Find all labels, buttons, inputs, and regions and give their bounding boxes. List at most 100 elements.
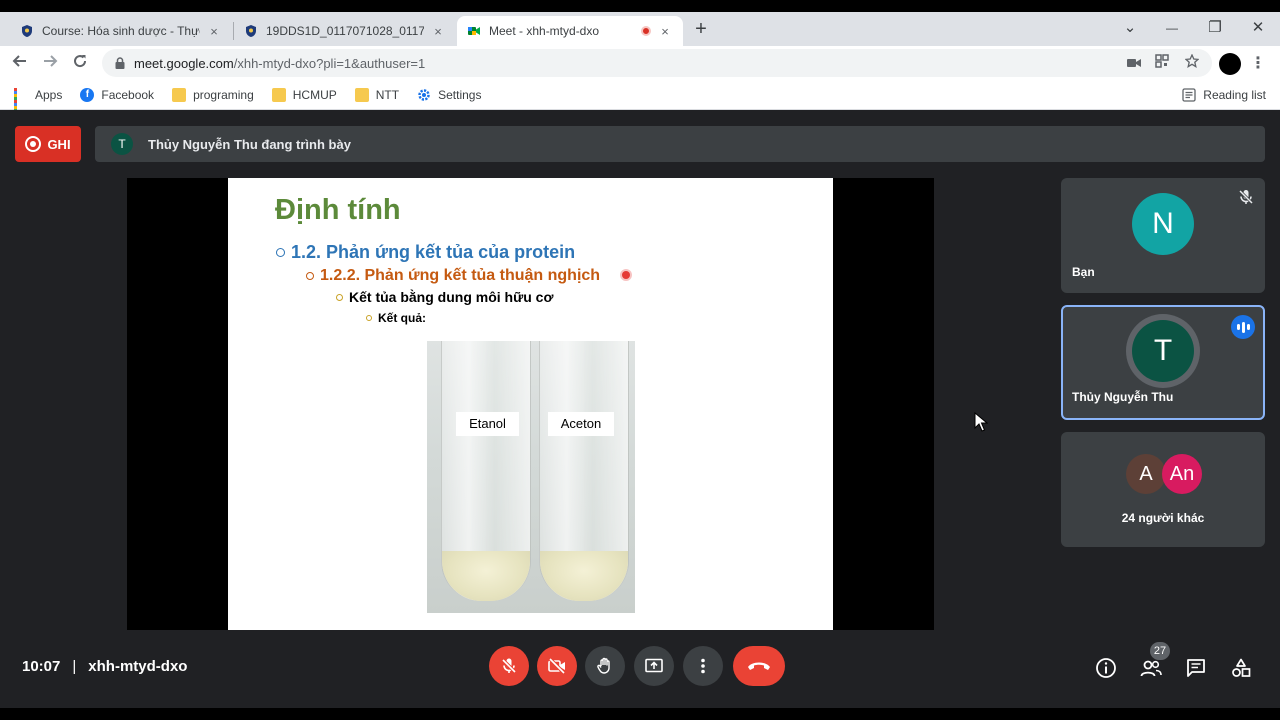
more-vert-icon <box>701 658 705 674</box>
participant-avatar: T <box>1132 320 1194 382</box>
precipitate <box>540 551 628 601</box>
presentation-stage: Định tính 1.2. Phản ứng kết tủa của prot… <box>127 178 934 630</box>
tab-search-button[interactable]: ⌄ <box>1108 12 1152 44</box>
others-count-label: 24 người khác <box>1121 511 1205 525</box>
minimize-button[interactable]: — <box>1150 12 1194 44</box>
record-icon <box>25 136 42 152</box>
speaking-indicator-icon <box>1231 315 1255 339</box>
recording-indicator-icon <box>641 26 651 36</box>
bookmark-ntt[interactable]: NTT <box>354 87 400 102</box>
test-tube-right <box>539 341 629 601</box>
google-meet-icon <box>468 27 480 35</box>
tab-title: Meet - xhh-mtyd-dxo <box>489 24 600 38</box>
presenter-avatar: T <box>111 133 133 155</box>
slide-heading-1: 1.2. Phản ứng kết tủa của protein <box>276 242 575 263</box>
raise-hand-button[interactable] <box>585 646 625 686</box>
reload-icon[interactable] <box>67 51 93 77</box>
bookmark-facebook[interactable]: f Facebook <box>80 87 154 102</box>
camera-off-icon <box>548 657 566 675</box>
tab-close-icon[interactable]: × <box>657 24 673 39</box>
lock-icon <box>115 56 125 69</box>
tab-student-list[interactable]: 19DDS1D_0117071028_0117071( × <box>234 16 456 46</box>
chat-icon <box>1187 659 1205 677</box>
recording-label: GHI <box>47 136 71 152</box>
meeting-details-button[interactable] <box>1094 656 1118 680</box>
toggle-mic-button[interactable] <box>489 646 529 686</box>
presenter-text: Thủy Nguyễn Thu đang trình bày <box>148 136 351 152</box>
slide-bullet-3: Kết tủa bằng dung môi hữu cơ <box>336 289 553 305</box>
tab-title: Course: Hóa sinh dược - Thực hà <box>42 24 200 38</box>
activities-button[interactable] <box>1229 656 1253 680</box>
phone-hangup-icon <box>748 662 770 670</box>
folder-icon <box>354 87 369 102</box>
mic-off-icon <box>501 658 517 674</box>
recording-button[interactable]: GHI <box>15 126 81 162</box>
circle-bullet-icon <box>306 272 314 280</box>
meeting-info: 10:07 | xhh-mtyd-dxo <box>22 658 187 675</box>
close-window-button[interactable]: ✕ <box>1236 12 1280 44</box>
tab-course[interactable]: Course: Hóa sinh dược - Thực hà × <box>10 16 232 46</box>
info-icon <box>1096 658 1116 678</box>
maximize-button[interactable]: ❐ <box>1193 12 1237 44</box>
leave-call-button[interactable] <box>733 646 785 686</box>
mouse-cursor-icon <box>974 412 988 432</box>
camera-in-use-icon[interactable] <box>1124 54 1144 74</box>
slide-heading-1-text: 1.2. Phản ứng kết tủa của protein <box>291 242 576 262</box>
university-crest-icon <box>22 25 32 37</box>
clock-time: 10:07 <box>22 658 61 675</box>
bookmark-star-icon[interactable] <box>1182 53 1202 74</box>
tab-close-icon[interactable]: × <box>206 24 222 39</box>
chat-button[interactable] <box>1184 656 1208 680</box>
tab-meet[interactable]: Meet - xhh-mtyd-dxo × <box>457 16 683 46</box>
tab-close-icon[interactable]: × <box>430 24 446 39</box>
facebook-icon: f <box>80 87 95 102</box>
separator: | <box>72 658 77 675</box>
slide-bullet-4-text: Kết quả: <box>378 311 426 325</box>
more-options-button[interactable] <box>683 646 723 686</box>
bookmark-hcmup[interactable]: HCMUP <box>271 87 337 102</box>
activities-shapes-icon <box>1232 658 1251 677</box>
reading-list-button[interactable]: Reading list <box>1182 80 1266 110</box>
chrome-menu-icon[interactable]: ⋮ <box>1248 54 1268 74</box>
slide-heading-2: 1.2.2. Phản ứng kết tủa thuận nghịch <box>306 267 600 285</box>
toggle-camera-button[interactable] <box>537 646 577 686</box>
mic-off-icon <box>1238 189 1254 205</box>
slide-heading-2-text: 1.2.2. Phản ứng kết tủa thuận nghịch <box>320 267 601 284</box>
bookmark-label: Settings <box>438 87 482 102</box>
bookmark-programing[interactable]: programing <box>172 87 254 102</box>
folder-icon <box>271 87 286 102</box>
reading-list-label: Reading list <box>1203 88 1266 102</box>
participant-avatar: N <box>1132 193 1194 255</box>
circle-bullet-icon <box>336 293 343 301</box>
slide-title: Định tính <box>275 194 401 226</box>
forward-arrow-icon[interactable] <box>37 51 63 77</box>
gear-icon <box>418 88 430 101</box>
test-tubes-photo: Etanol Aceton <box>427 341 635 613</box>
participant-count-badge: 27 <box>1150 642 1170 660</box>
circle-bullet-icon <box>366 315 372 321</box>
participant-tile-presenter[interactable]: T Thủy Nguyễn Thu <box>1061 305 1265 420</box>
bookmark-settings[interactable]: Settings <box>417 88 481 102</box>
back-arrow-icon[interactable] <box>7 51 33 77</box>
profile-avatar[interactable] <box>1219 53 1241 75</box>
address-bar[interactable]: meet.google.com/xhh-mtyd-dxo?pli=1&authu… <box>102 49 1212 77</box>
new-tab-button[interactable]: + <box>690 18 712 40</box>
qr-share-icon[interactable] <box>1152 54 1172 74</box>
url-host: meet.google.com <box>134 55 234 71</box>
hand-icon <box>597 657 610 674</box>
precipitate <box>442 551 530 601</box>
present-now-icon <box>645 658 663 673</box>
folder-icon <box>172 87 187 102</box>
bookmark-apps[interactable]: Apps <box>14 87 63 115</box>
present-screen-button[interactable] <box>634 646 674 686</box>
meeting-code: xhh-mtyd-dxo <box>88 658 188 675</box>
participant-tile-self[interactable]: N Bạn <box>1061 178 1265 293</box>
bookmark-label: Apps <box>35 87 63 102</box>
apps-grid-icon <box>14 87 28 115</box>
participant-tile-others[interactable]: A An 24 người khác <box>1061 432 1265 547</box>
label-aceton: Aceton <box>548 412 614 436</box>
bookmark-label: NTT <box>375 87 400 102</box>
bookmark-label: HCMUP <box>292 87 337 102</box>
slide-bullet-4: Kết quả: <box>366 311 426 325</box>
browser-toolbar: meet.google.com/xhh-mtyd-dxo?pli=1&authu… <box>0 46 1280 80</box>
